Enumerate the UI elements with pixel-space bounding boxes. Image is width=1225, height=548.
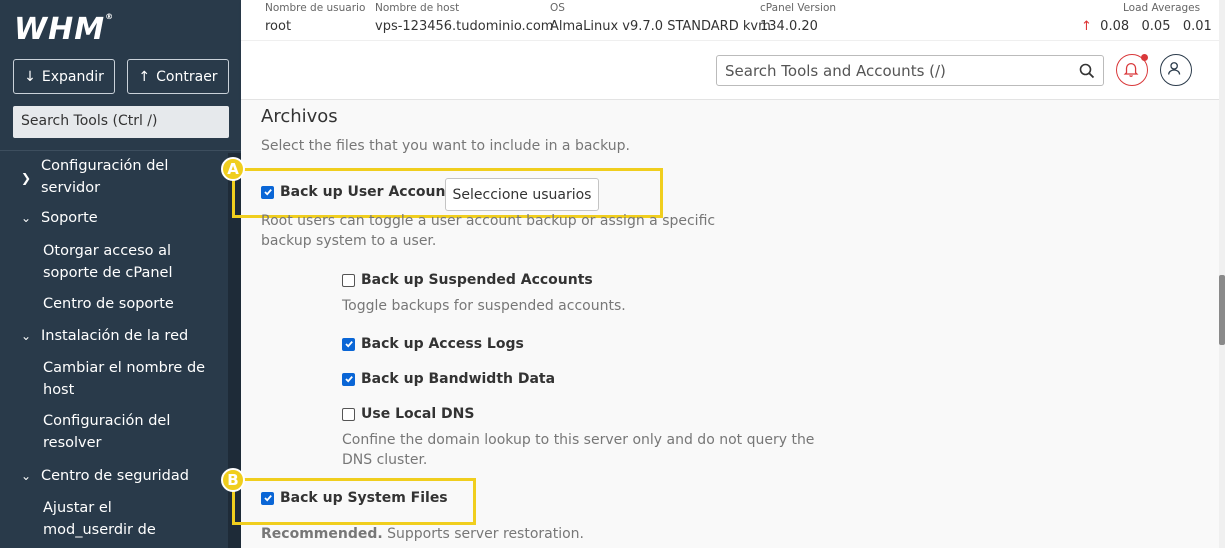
- expand-label: Expandir: [41, 68, 104, 85]
- backup-system-files-checkbox[interactable]: Back up System Files: [261, 490, 448, 506]
- chevron-down-icon: ⌄: [20, 211, 32, 225]
- checkbox-checked-icon: [261, 185, 274, 199]
- backup-user-accounts-label: Back up User Accounts: [280, 184, 461, 200]
- nav-item-label: Configuración del resolver: [43, 413, 171, 451]
- backup-suspended-label: Back up Suspended Accounts: [361, 272, 593, 288]
- cpanel-version-label: cPanel Version: [760, 2, 837, 14]
- section-description: Select the files that you want to includ…: [261, 138, 630, 154]
- sidebar-search-input[interactable]: Search Tools (Ctrl /): [13, 106, 229, 138]
- nav-item-change-hostname[interactable]: Cambiar el nombre de host: [0, 357, 228, 401]
- suspended-help: Toggle backups for suspended accounts.: [342, 298, 626, 314]
- header-divider: [241, 40, 1225, 41]
- load-averages-value: 0.08 0.05 0.01: [1100, 19, 1212, 34]
- nav-item-server-config[interactable]: ❯ Configuración del servidor: [0, 155, 228, 199]
- backup-user-accounts-checkbox[interactable]: Back up User Accounts: [261, 184, 460, 200]
- nav-item-support[interactable]: ⌄ Soporte: [0, 207, 228, 229]
- backup-users-help: Root users can toggle a user account bac…: [261, 211, 715, 251]
- checkbox-unchecked-icon: [342, 407, 355, 421]
- hostname-label: Nombre de host: [375, 2, 460, 14]
- notifications-button[interactable]: [1116, 54, 1148, 86]
- arrow-up-icon: ↑: [1081, 19, 1092, 34]
- recommended-text: Supports server restoration.: [382, 526, 585, 542]
- username-value: root: [265, 19, 292, 34]
- load-averages: ↑ 0.08 0.05 0.01: [1081, 19, 1212, 34]
- page-scrollbar[interactable]: [1219, 0, 1225, 548]
- nav-item-label: Cambiar el nombre de host: [43, 360, 206, 398]
- os-label: OS: [550, 2, 565, 14]
- logo-mark: ®: [105, 12, 115, 21]
- nav-item-label: Ajustar el mod_userdir de: [43, 500, 156, 538]
- nav-item-label: Centro de seguridad: [41, 468, 189, 484]
- use-local-dns-checkbox[interactable]: Use Local DNS: [342, 406, 474, 422]
- backup-access-logs-checkbox[interactable]: Back up Access Logs: [342, 336, 524, 352]
- nav-item-grant-access[interactable]: Otorgar acceso al soporte de cPanel: [0, 240, 228, 284]
- nav-item-label: Otorgar acceso al soporte de cPanel: [43, 243, 173, 281]
- chevron-down-icon: ⌄: [20, 329, 32, 343]
- user-menu-button[interactable]: [1160, 54, 1192, 86]
- chevron-right-icon: ❯: [20, 171, 32, 185]
- section-title: Archivos: [261, 106, 338, 127]
- checkbox-checked-icon: [261, 491, 274, 505]
- badge-a: A: [221, 157, 245, 181]
- backup-access-logs-label: Back up Access Logs: [361, 336, 524, 352]
- search-tools-accounts-input[interactable]: Search Tools and Accounts (/): [716, 55, 1104, 86]
- search-placeholder: Search Tools and Accounts (/): [725, 62, 946, 80]
- username-label: Nombre de usuario: [265, 2, 366, 14]
- nav-item-support-center[interactable]: Centro de soporte: [0, 293, 228, 315]
- help-line: Confine the domain lookup to this server…: [342, 432, 815, 448]
- nav-item-label: Soporte: [41, 210, 98, 226]
- select-users-button[interactable]: Seleccione usuarios: [445, 178, 599, 211]
- recommended-label: Recommended.: [261, 526, 383, 542]
- chevron-down-icon: ⌄: [20, 469, 32, 483]
- hostname-value: vps-123456.tudominio.com: [375, 19, 554, 34]
- arrow-down-icon: ↓: [24, 68, 36, 85]
- cpanel-version-value: 134.0.20: [760, 19, 818, 34]
- backup-system-files-label: Back up System Files: [280, 490, 448, 506]
- nav-item-security-center[interactable]: ⌄ Centro de seguridad: [0, 465, 228, 487]
- nav-item-mod-userdir[interactable]: Ajustar el mod_userdir de: [0, 497, 228, 541]
- load-averages-label: Load Averages: [1123, 2, 1201, 14]
- notification-dot: [1141, 54, 1148, 61]
- logo-text: WHM: [14, 12, 106, 47]
- user-icon: [1168, 62, 1181, 75]
- nav-item-network-setup[interactable]: ⌄ Instalación de la red: [0, 325, 228, 347]
- nav-item-label: Configuración del servidor: [41, 158, 169, 196]
- sidebar: WHM® ↓ Expandir ↑ Contraer Search Tools (C…: [0, 0, 241, 548]
- backup-bandwidth-label: Back up Bandwidth Data: [361, 371, 556, 387]
- main-content: Archivos Select the files that you want …: [221, 100, 1219, 548]
- arrow-up-icon: ↑: [138, 68, 151, 85]
- collapse-label: Contraer: [156, 68, 218, 85]
- help-line: backup system to a user.: [261, 233, 437, 249]
- backup-bandwidth-data-checkbox[interactable]: Back up Bandwidth Data: [342, 371, 555, 387]
- local-dns-help: Confine the domain lookup to this server…: [342, 430, 814, 470]
- whm-logo[interactable]: WHM®: [14, 12, 114, 47]
- help-line: DNS cluster.: [342, 452, 428, 468]
- sidebar-divider: [0, 150, 241, 151]
- search-icon: [1079, 63, 1095, 79]
- nav-item-label: Instalación de la red: [41, 328, 189, 344]
- badge-b: B: [221, 468, 245, 492]
- collapse-button[interactable]: ↑ Contraer: [127, 59, 229, 94]
- backup-suspended-accounts-checkbox[interactable]: Back up Suspended Accounts: [342, 272, 593, 288]
- nav-item-label: Centro de soporte: [43, 296, 174, 312]
- top-header: Nombre de usuario root Nombre de host vp…: [241, 0, 1225, 100]
- expand-button[interactable]: ↓ Expandir: [13, 59, 115, 94]
- nav-item-resolver-config[interactable]: Configuración del resolver: [0, 410, 228, 454]
- os-value: AlmaLinux v9.7.0 STANDARD kvm: [550, 19, 771, 34]
- help-line: Root users can toggle a user account bac…: [261, 213, 716, 229]
- checkbox-checked-icon: [342, 337, 355, 351]
- scrollbar-thumb[interactable]: [1219, 275, 1225, 345]
- checkbox-unchecked-icon: [342, 273, 355, 287]
- checkbox-checked-icon: [342, 372, 355, 386]
- use-local-dns-label: Use Local DNS: [361, 406, 475, 422]
- system-files-help: Recommended. Supports server restoration…: [261, 524, 584, 544]
